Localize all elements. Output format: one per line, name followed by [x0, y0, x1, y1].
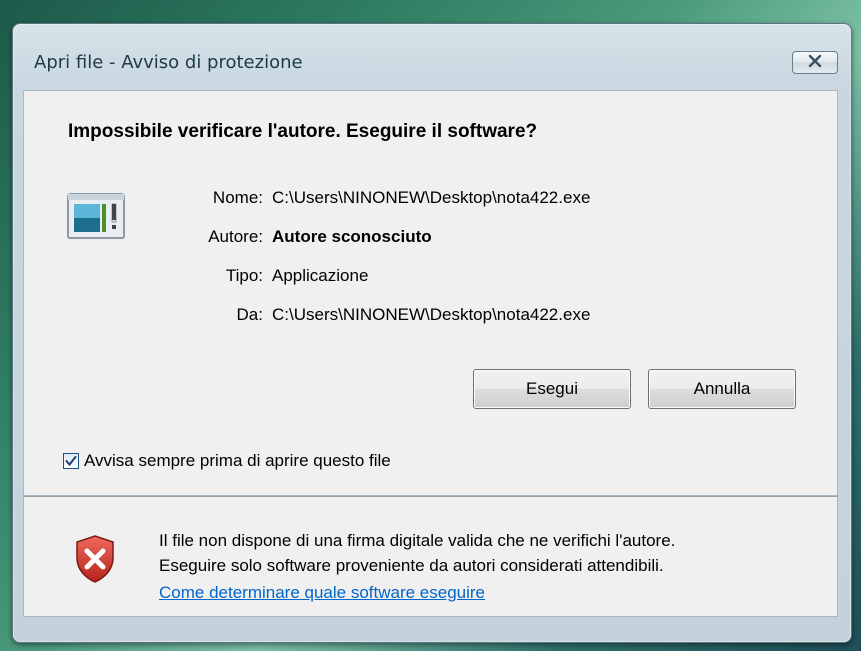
- name-value: C:\Users\NINONEW\Desktop\nota422.exe: [272, 188, 591, 207]
- dialog-content: [23, 90, 838, 496]
- shield-error-icon: [73, 534, 117, 588]
- from-value: C:\Users\NINONEW\Desktop\nota422.exe: [272, 305, 591, 324]
- author-value: Autore sconosciuto: [272, 227, 432, 246]
- always-warn-label[interactable]: Avvisa sempre prima di aprire questo fil…: [84, 451, 391, 471]
- dialog-heading: Impossibile verificare l'autore. Eseguir…: [68, 121, 538, 142]
- close-button[interactable]: [792, 51, 838, 74]
- type-value: Applicazione: [272, 266, 369, 285]
- warning-text-line1: Il file non dispone di una firma digital…: [159, 531, 676, 550]
- checkmark-icon: [65, 452, 77, 471]
- close-icon: [807, 53, 823, 72]
- author-label: Autore:: [208, 227, 263, 246]
- cancel-button[interactable]: Annulla: [648, 369, 796, 409]
- name-label: Nome:: [212, 188, 263, 207]
- window-title: Apri file - Avviso di protezione: [34, 52, 303, 73]
- from-label: Da:: [236, 305, 263, 324]
- type-label: Tipo:: [225, 266, 263, 285]
- run-button[interactable]: Esegui: [473, 369, 631, 409]
- always-warn-checkbox[interactable]: [63, 453, 79, 469]
- warning-text-line2: Eseguire solo software proveniente da au…: [159, 556, 664, 575]
- help-link[interactable]: Come determinare quale software eseguire: [159, 583, 485, 603]
- divider: [23, 496, 838, 497]
